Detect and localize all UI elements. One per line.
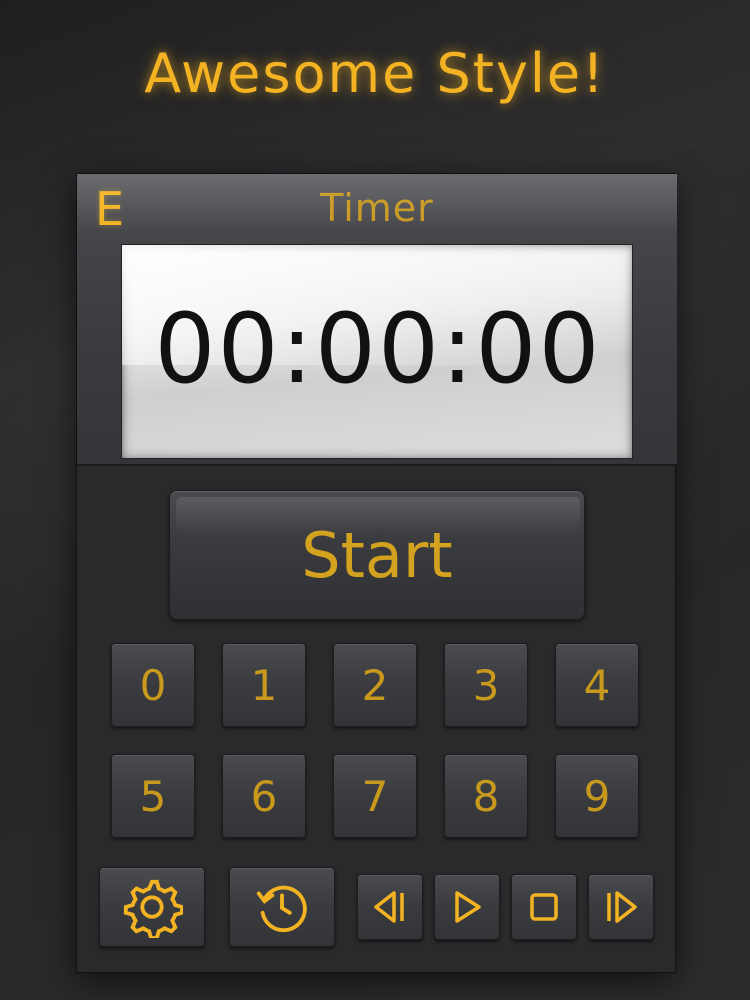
key-label: 1 — [250, 660, 278, 710]
key-label: 7 — [361, 771, 389, 821]
key-label: 9 — [583, 771, 611, 821]
headline: Awesome Style! — [144, 42, 606, 105]
gear-icon — [121, 876, 183, 938]
key-label: 6 — [250, 771, 278, 821]
previous-button[interactable] — [357, 874, 423, 940]
stop-button[interactable] — [511, 874, 577, 940]
stop-icon — [526, 889, 562, 925]
skip-previous-icon — [368, 887, 412, 927]
start-button[interactable]: Start — [169, 490, 585, 620]
play-icon — [447, 887, 487, 927]
key-label: 3 — [472, 660, 500, 710]
key-0[interactable]: 0 — [111, 643, 195, 727]
key-label: 4 — [583, 660, 611, 710]
display-panel: E Timer 00:00:00 — [77, 174, 677, 466]
key-5[interactable]: 5 — [111, 754, 195, 838]
key-2[interactable]: 2 — [333, 643, 417, 727]
key-1[interactable]: 1 — [222, 643, 306, 727]
mode-indicator[interactable]: E — [95, 182, 124, 236]
skip-next-icon — [599, 887, 643, 927]
settings-button[interactable] — [99, 867, 205, 947]
key-3[interactable]: 3 — [444, 643, 528, 727]
key-label: 8 — [472, 771, 500, 821]
key-8[interactable]: 8 — [444, 754, 528, 838]
timer-device: E Timer 00:00:00 Start 0 1 2 3 4 5 6 7 8… — [76, 173, 677, 973]
key-label: 0 — [139, 660, 167, 710]
key-label: 2 — [361, 660, 389, 710]
next-button[interactable] — [588, 874, 654, 940]
panel-title: Timer — [320, 186, 434, 230]
key-label: 5 — [139, 771, 167, 821]
history-button[interactable] — [229, 867, 335, 947]
play-button[interactable] — [434, 874, 500, 940]
key-4[interactable]: 4 — [555, 643, 639, 727]
key-9[interactable]: 9 — [555, 754, 639, 838]
time-readout: 00:00:00 — [154, 293, 602, 405]
app-screen: Awesome Style! E Timer 00:00:00 Start 0 … — [0, 0, 750, 1000]
lcd-display: 00:00:00 — [121, 244, 633, 459]
key-7[interactable]: 7 — [333, 754, 417, 838]
start-button-label: Start — [301, 518, 453, 592]
key-6[interactable]: 6 — [222, 754, 306, 838]
history-icon — [251, 876, 313, 938]
